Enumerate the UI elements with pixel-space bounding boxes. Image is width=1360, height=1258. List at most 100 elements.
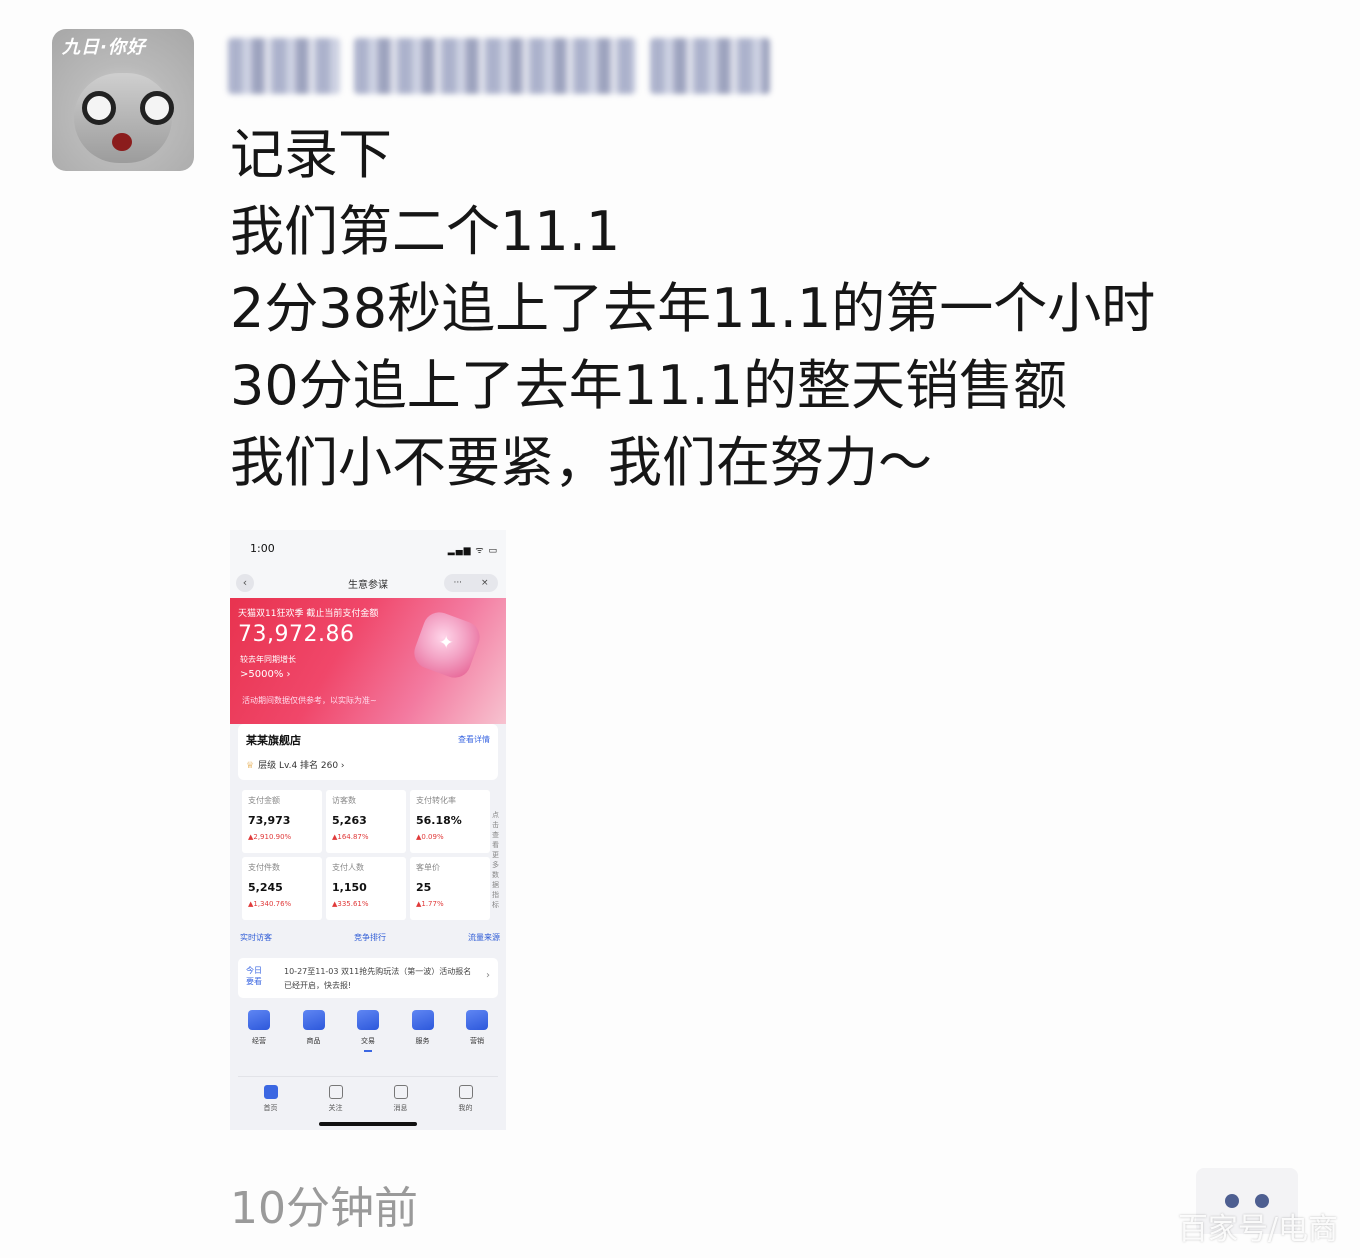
blurred-name-part	[650, 38, 770, 94]
post-text: 记录下 我们第二个11.1 2分38秒追上了去年11.1的第一个小时 30分追上…	[230, 116, 1230, 501]
metric-value: 1,150	[332, 881, 367, 894]
post-line: 记录下	[230, 123, 392, 186]
attached-screenshot[interactable]: 1:00 ▂▄▆ ᯤ ▭ ‹ 生意参谋 ··· × 天猫双11狂欢季 截止当前支…	[230, 530, 506, 1130]
username-blurred[interactable]	[228, 36, 780, 96]
sales-hero-banner: 天猫双11狂欢季 截止当前支付金额 73,972.86 较去年同期增长 >500…	[230, 598, 506, 724]
metrics-grid: 支付金额 73,973 ▲2,910.90% 访客数 5,263 ▲164.87% 支付…	[242, 790, 490, 920]
blurred-name-part	[228, 38, 340, 94]
signal-battery-icon: ▂▄▆ ᯤ ▭	[447, 546, 498, 556]
avatar-eye	[82, 91, 116, 125]
message-icon	[393, 1085, 408, 1099]
status-time: 1:00	[250, 542, 275, 555]
tool-item: 服务	[402, 1010, 444, 1052]
store-level-text: 层级 Lv.4 排名 260 ›	[258, 761, 345, 771]
metric-cell: 支付转化率 56.18% ▲0.09%	[410, 790, 490, 853]
store-name: 某某旗舰店	[246, 734, 301, 747]
metric-label: 支付件数	[248, 863, 280, 872]
shortcut-label: 流量来源	[468, 933, 500, 942]
hero-note: 活动期间数据仅供参考，以实际为准~	[242, 696, 377, 705]
eleven-badge-icon: ✦	[409, 607, 485, 683]
tool-label: 服务	[415, 1037, 430, 1045]
shortcut-label: 实时访客	[240, 933, 272, 942]
crown-icon: ♕	[246, 761, 255, 771]
tool-item: 经营	[238, 1010, 280, 1052]
store-link: 查看详情	[458, 735, 490, 744]
capsule-menu: ··· ×	[444, 574, 498, 592]
tool-label: 经营	[252, 1037, 266, 1045]
tool-label: 商品	[306, 1037, 321, 1045]
post-line: 我们第二个11.1	[230, 200, 621, 263]
post-line: 2分38秒追上了去年11.1的第一个小时	[230, 277, 1156, 340]
post-timestamp: 10分钟前	[230, 1183, 418, 1234]
metric-change: ▲0.09%	[416, 833, 444, 841]
tool-item: 营销	[456, 1010, 498, 1052]
watermark: 百家号/电商	[1177, 1212, 1338, 1247]
order-icon	[357, 1010, 379, 1030]
metric-cell: 支付件数 5,245 ▲1,340.76%	[242, 857, 322, 920]
store-card: 某某旗舰店 查看详情 ♕ 层级 Lv.4 排名 260 ›	[238, 724, 498, 780]
service-icon	[411, 1010, 434, 1030]
metric-value: 25	[416, 881, 432, 894]
metric-change: ▲1,340.76%	[248, 900, 292, 908]
notice-card: 今日 要看 10-27至11-03 双11抢先购玩法（第一波）活动报名已经开启，…	[238, 958, 498, 998]
avatar-nose	[112, 133, 132, 151]
metric-value: 5,245	[248, 881, 283, 894]
hero-growth: >5000% ›	[240, 669, 291, 680]
chart-icon	[248, 1010, 270, 1030]
notice-text: 10-27至11-03 双11抢先购玩法（第一波）活动报名已经开启，快去报!	[284, 967, 472, 990]
tab-follow: 关注	[328, 1077, 343, 1127]
bag-icon	[302, 1010, 325, 1030]
tab-home: 首页	[263, 1077, 278, 1127]
notice-tag: 今日 要看	[246, 966, 262, 986]
metric-label: 访客数	[332, 796, 356, 805]
metric-change: ▲164.87%	[332, 833, 369, 841]
metric-label: 支付转化率	[416, 796, 456, 805]
tab-message: 消息	[393, 1077, 408, 1127]
profile-icon	[458, 1085, 473, 1099]
home-indicator	[319, 1122, 417, 1126]
metric-cell: 访客数 5,263 ▲164.87%	[326, 790, 406, 853]
metric-change: ▲335.61%	[332, 900, 369, 908]
tool-label: 交易	[361, 1037, 375, 1045]
star-icon	[328, 1085, 343, 1099]
post-line: 我们小不要紧，我们在努力～	[230, 431, 932, 494]
close-icon: ×	[480, 578, 489, 588]
hero-sub: 较去年同期增长	[240, 655, 296, 664]
metric-label: 客单价	[416, 863, 440, 872]
metric-value: 56.18%	[416, 814, 462, 827]
shortcut-label: 竞争排行	[354, 933, 386, 942]
tool-grid: 经营 商品 交易 服务 营销	[238, 1010, 498, 1052]
metric-label: 支付金额	[248, 796, 280, 805]
more-icon: ···	[453, 578, 463, 588]
metric-label: 支付人数	[332, 863, 364, 872]
shortcut-row: 实时访客 竞争排行 流量来源	[240, 932, 500, 943]
hero-headline: 天猫双11狂欢季 截止当前支付金额	[238, 609, 379, 619]
tool-item: 商品	[293, 1010, 335, 1052]
phone-status-bar: 1:00 ▂▄▆ ᯤ ▭	[230, 530, 506, 568]
avatar-tag: 九日·你好	[62, 37, 146, 58]
chevron-right-icon: ›	[486, 970, 490, 981]
tab-label: 消息	[393, 1104, 408, 1112]
app-nav-bar: ‹ 生意参谋 ··· ×	[230, 568, 506, 598]
calendar-icon	[466, 1010, 488, 1030]
hero-amount: 73,972.86	[238, 622, 355, 647]
home-icon	[263, 1085, 278, 1099]
side-hint: 点击查看更多数据指标	[492, 811, 499, 909]
blurred-name-part	[354, 38, 636, 94]
metric-value: 73,973	[248, 814, 291, 827]
tab-label: 我的	[458, 1104, 473, 1112]
user-avatar[interactable]: 九日·你好	[52, 29, 194, 171]
post-line: 30分追上了去年11.1的整天销售额	[230, 354, 1067, 417]
badge-glyph: ✦	[438, 632, 454, 654]
avatar-eye	[140, 91, 174, 125]
store-level: ♕ 层级 Lv.4 排名 260 ›	[246, 758, 345, 771]
app-tab-bar: 首页 关注 消息 我的	[238, 1076, 498, 1127]
tab-mine: 我的	[458, 1077, 473, 1127]
metric-change: ▲1.77%	[416, 900, 444, 908]
tab-label: 首页	[263, 1104, 278, 1112]
metric-cell: 支付人数 1,150 ▲335.61%	[326, 857, 406, 920]
active-indicator	[364, 1050, 372, 1052]
metric-value: 5,263	[332, 814, 367, 827]
metric-change: ▲2,910.90%	[248, 833, 292, 841]
tool-item: 交易	[347, 1010, 389, 1052]
